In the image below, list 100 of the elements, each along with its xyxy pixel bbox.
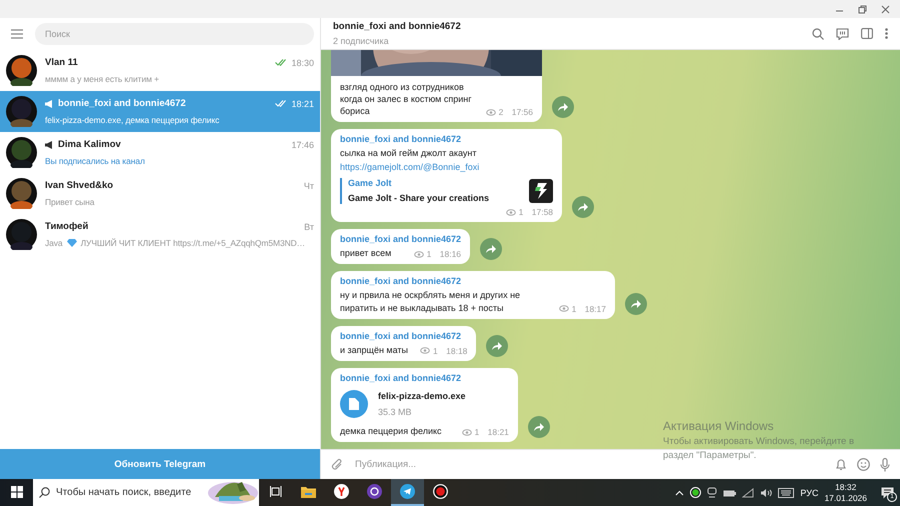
forward-button[interactable] xyxy=(552,96,574,118)
gem-icon xyxy=(66,239,77,247)
forward-icon xyxy=(534,423,544,431)
search-icon xyxy=(39,487,50,498)
message-time: 18:16 xyxy=(440,249,462,260)
file-name: felix-pizza-demo.exe xyxy=(378,390,466,402)
message-text: и запрщён маты xyxy=(340,344,408,356)
chat-title: bonnie_foxi and bonnie4672 xyxy=(333,21,462,32)
search-placeholder: Чтобы начать поиск, введите xyxy=(56,487,192,498)
double-check-icon xyxy=(275,59,288,66)
status-dot-icon[interactable] xyxy=(690,487,702,498)
taskbar-clock[interactable]: 18:32 17.01.2026 xyxy=(824,482,867,503)
forward-button[interactable] xyxy=(486,334,508,357)
chat-name: bonnie_foxi and bonnie4672 xyxy=(58,98,187,109)
comments-icon[interactable] xyxy=(836,28,849,40)
app-icon xyxy=(367,484,382,499)
restore-icon[interactable] xyxy=(858,4,867,14)
double-check-icon xyxy=(275,100,288,107)
forward-button[interactable] xyxy=(572,196,594,218)
bell-icon[interactable] xyxy=(835,458,847,471)
activation-notice: раздел "Параметры". xyxy=(663,450,758,461)
search-icon[interactable] xyxy=(812,28,824,40)
avatar xyxy=(6,219,37,250)
activation-notice: Активация Windows xyxy=(663,419,775,433)
forward-icon xyxy=(492,342,502,350)
file-size: 35.3 MB xyxy=(378,407,413,418)
browser-icon xyxy=(334,484,349,499)
message-preview: ЛУЧШИЙ ЧИТ КЛИЕНТ https://t.me/+5_AZqqhQm5M3ND… xyxy=(80,238,306,248)
message-preview: Привет сына xyxy=(45,197,94,207)
message-author: bonnie_foxi and bonnie4672 xyxy=(340,134,462,144)
message-author: bonnie_foxi and bonnie4672 xyxy=(340,276,462,286)
taskbar-search-field[interactable]: Чтобы начать поиск, введите xyxy=(33,479,259,506)
views-icon xyxy=(558,305,569,312)
paper-plane-icon xyxy=(400,484,415,499)
wifi-icon[interactable] xyxy=(742,488,754,498)
message-preview: мммм а у меня есть клитим + xyxy=(45,74,159,84)
message-preview-sender: Java xyxy=(45,238,63,248)
avatar xyxy=(6,96,37,127)
speaker-icon[interactable] xyxy=(760,488,772,498)
menu-icon[interactable] xyxy=(11,29,23,39)
battery-icon[interactable] xyxy=(723,488,736,496)
message-time: 17:56 xyxy=(512,107,533,118)
view-count: 1 xyxy=(572,304,576,314)
keyboard-icon[interactable] xyxy=(778,488,794,498)
message-author: bonnie_foxi and bonnie4672 xyxy=(340,330,462,341)
windows-logo-icon xyxy=(10,486,22,498)
message-author: bonnie_foxi and bonnie4672 xyxy=(340,234,462,244)
taskbar-app[interactable] xyxy=(391,479,424,506)
views-icon xyxy=(486,108,496,116)
view-count: 1 xyxy=(433,346,438,356)
megaphone-icon xyxy=(45,140,54,148)
attach-icon[interactable] xyxy=(331,458,343,471)
views-icon xyxy=(506,208,516,216)
chat-time: 18:30 xyxy=(291,58,314,68)
sidebar-icon[interactable] xyxy=(861,28,873,39)
avatar xyxy=(6,137,37,168)
task-view-icon xyxy=(270,486,282,497)
avatar xyxy=(6,55,37,86)
site-logo-icon xyxy=(529,179,554,204)
forward-icon xyxy=(578,203,588,212)
views-icon xyxy=(414,250,424,258)
message-preview: Вы подписались на канал xyxy=(45,156,145,166)
avatar xyxy=(6,178,37,209)
view-count: 1 xyxy=(518,207,524,218)
message-text: демка пеццерия феликс xyxy=(340,424,442,437)
views-icon xyxy=(420,347,430,354)
megaphone-icon xyxy=(45,100,54,108)
forward-icon xyxy=(558,103,568,112)
chat-time: 17:46 xyxy=(291,140,314,150)
message-text: взгляд одного из сотрудников когда он залес в костюм спринг бориса xyxy=(340,80,472,118)
more-icon[interactable] xyxy=(885,28,888,39)
url-link[interactable]: https://gamejolt.com/@Bonnie_foxi xyxy=(340,162,554,172)
close-icon[interactable] xyxy=(881,4,890,14)
file-icon[interactable] xyxy=(340,390,368,418)
message-time: 18:17 xyxy=(584,304,606,314)
forward-button[interactable] xyxy=(480,238,502,260)
webcam-icon[interactable] xyxy=(707,487,718,498)
language-indicator[interactable]: РУС xyxy=(800,488,818,498)
message-text: привет всем xyxy=(340,247,392,260)
activation-notice: Чтобы активировать Windows, перейдите в xyxy=(663,436,854,447)
message-time: 18:21 xyxy=(488,427,509,437)
views-icon xyxy=(462,428,472,436)
forward-button[interactable] xyxy=(625,292,647,315)
chat-time: Вт xyxy=(304,222,314,232)
search-field[interactable]: Поиск xyxy=(35,23,314,45)
folder-icon xyxy=(301,486,316,498)
chat-name: Vlan 11 xyxy=(45,57,79,68)
view-count: 2 xyxy=(498,107,504,118)
emoji-icon[interactable] xyxy=(857,458,870,471)
message-text: сылка на мой гейм джолт акаунт xyxy=(340,147,478,160)
microphone-icon[interactable] xyxy=(880,458,890,472)
message-author: bonnie_foxi and bonnie4672 xyxy=(340,372,462,383)
forward-button[interactable] xyxy=(528,416,550,438)
forward-icon xyxy=(486,245,496,254)
message-time: 18:18 xyxy=(446,346,468,356)
chevron-up-icon[interactable] xyxy=(675,490,684,496)
chat-name: Тимофей xyxy=(45,221,90,232)
view-count: 1 xyxy=(474,427,480,437)
chat-name: Dima Kalimov xyxy=(58,139,122,150)
chat-time: 18:21 xyxy=(291,98,314,108)
